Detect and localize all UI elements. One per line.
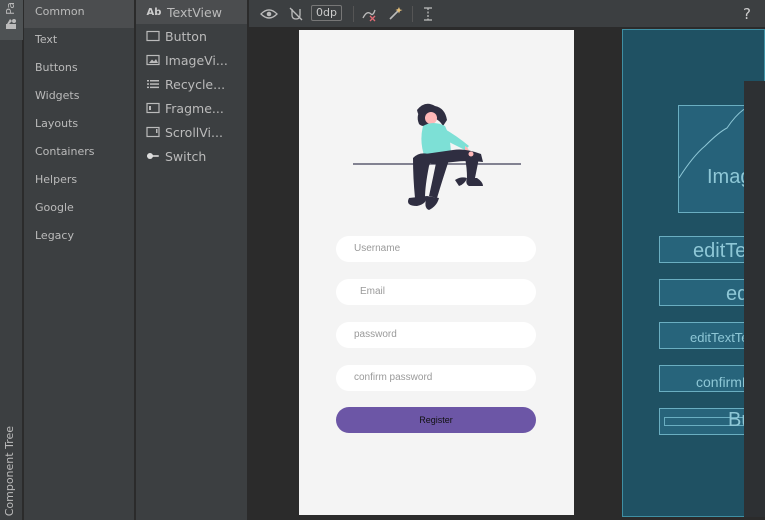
category-helpers[interactable]: Helpers: [24, 168, 134, 196]
infer-constraints-icon[interactable]: [385, 4, 405, 24]
username-input[interactable]: Username: [336, 236, 536, 262]
palette-components: Ab TextView Button ImageVi... Recycle...…: [136, 0, 248, 520]
category-buttons[interactable]: Buttons: [24, 56, 134, 84]
default-margin-dropdown[interactable]: 0dp: [311, 5, 342, 21]
design-canvas[interactable]: Username Email password confirm password…: [249, 29, 765, 520]
category-legacy[interactable]: Legacy: [24, 224, 134, 252]
help-button[interactable]: ?: [737, 4, 757, 24]
email-input[interactable]: Email: [336, 279, 536, 305]
component-label: ImageVi...: [165, 52, 228, 68]
autoconnect-off-icon[interactable]: [286, 4, 306, 24]
palette-tab-label: Pa: [4, 2, 17, 15]
imageview-icon: [146, 54, 160, 66]
component-textview[interactable]: Ab TextView: [136, 0, 247, 24]
category-containers[interactable]: Containers: [24, 140, 134, 168]
palette-categories: Common Text Buttons Widgets Layouts Cont…: [24, 0, 135, 520]
switch-icon: [146, 150, 160, 162]
fragment-icon: [146, 102, 160, 114]
component-imageview[interactable]: ImageVi...: [136, 48, 247, 72]
register-button[interactable]: Register: [336, 407, 536, 433]
scrollview-icon: [146, 126, 160, 138]
component-label: ScrollVi...: [165, 124, 223, 140]
category-text[interactable]: Text: [24, 28, 134, 56]
view-options-icon[interactable]: [259, 4, 279, 24]
category-google[interactable]: Google: [24, 196, 134, 224]
category-common[interactable]: Common: [24, 0, 134, 28]
component-button[interactable]: Button: [136, 24, 247, 48]
component-tree-tab[interactable]: Component Tree: [3, 426, 16, 516]
toolbar-divider: [412, 6, 413, 22]
component-label: Recycle...: [165, 76, 226, 92]
category-layouts[interactable]: Layouts: [24, 112, 134, 140]
design-surface[interactable]: Username Email password confirm password…: [299, 30, 574, 515]
guidelines-icon[interactable]: [418, 4, 438, 24]
list-icon: [146, 78, 160, 90]
clear-constraints-icon[interactable]: [359, 4, 379, 24]
toolbar-divider: [353, 6, 354, 22]
blueprint-edge: [744, 81, 765, 517]
confirm-password-input[interactable]: confirm password: [336, 365, 536, 391]
component-label: Switch: [165, 148, 207, 164]
component-recyclerview[interactable]: Recycle...: [136, 72, 247, 96]
textview-icon: Ab: [146, 6, 162, 18]
button-icon: [146, 30, 160, 42]
illustration-image[interactable]: [353, 98, 521, 214]
category-widgets[interactable]: Widgets: [24, 84, 134, 112]
tool-window-strip: Pa Component Tree: [0, 0, 23, 520]
component-label: Button: [165, 28, 207, 44]
password-input[interactable]: password: [336, 322, 536, 348]
component-scrollview[interactable]: ScrollVi...: [136, 120, 247, 144]
component-label: Fragme...: [165, 100, 224, 116]
layout-editor: Pa Component Tree Common Text Buttons Wi…: [0, 0, 765, 520]
palette-icon: [6, 19, 16, 29]
editor-toolbar: 0dp ?: [249, 0, 765, 28]
palette-tool-tab[interactable]: Pa: [0, 0, 23, 40]
component-switch[interactable]: Switch: [136, 144, 247, 168]
component-label: TextView: [167, 4, 222, 20]
component-fragment[interactable]: Fragme...: [136, 96, 247, 120]
